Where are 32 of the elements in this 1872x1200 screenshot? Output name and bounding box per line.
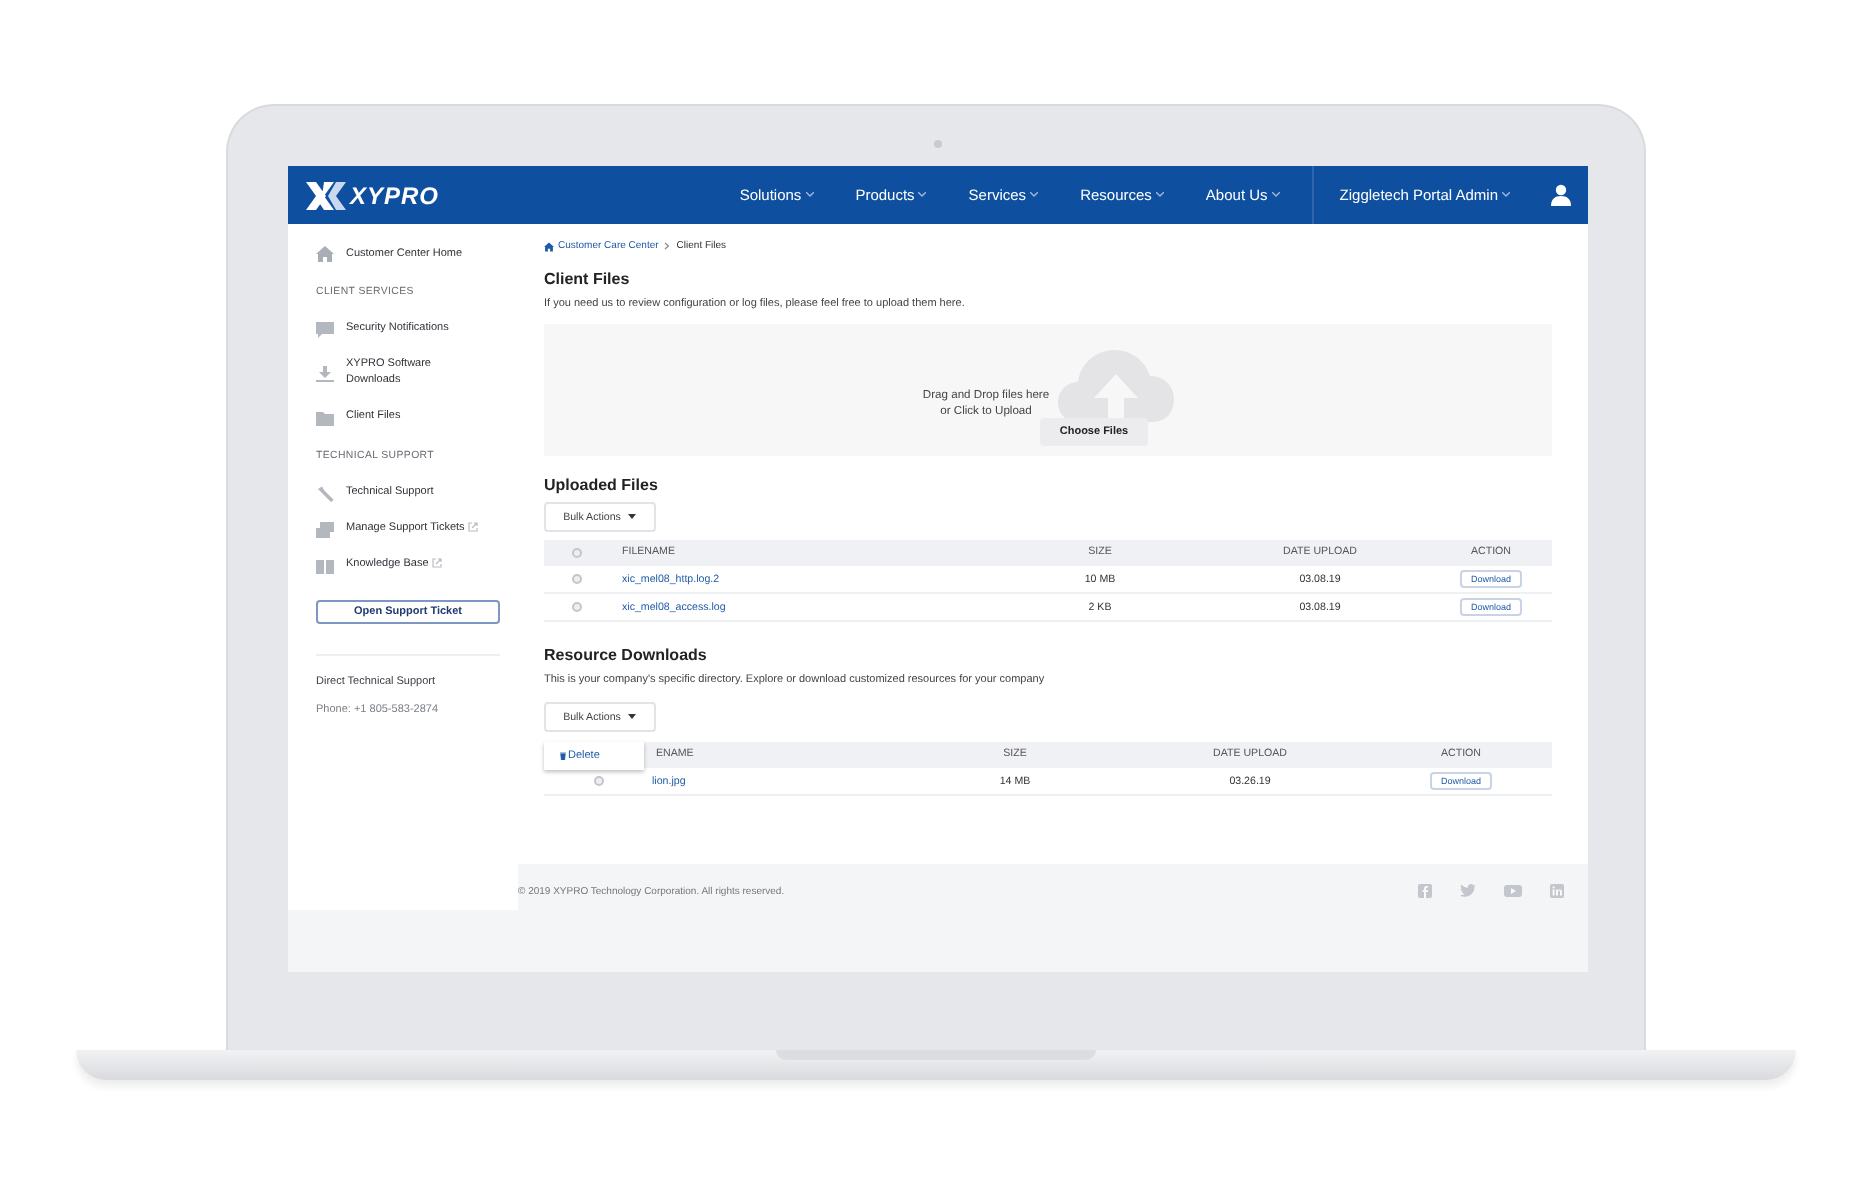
caret-icon <box>628 714 637 720</box>
facebook-icon[interactable] <box>1418 884 1432 898</box>
section-title: Client Files <box>544 270 632 288</box>
caret-icon <box>1502 192 1510 198</box>
chevron-icon <box>664 242 671 250</box>
linkedin-icon[interactable] <box>1550 884 1564 898</box>
caret-icon <box>918 192 927 198</box>
home-icon <box>316 246 334 262</box>
wrench-icon <box>316 485 334 502</box>
download-icon <box>316 365 334 382</box>
caret-icon <box>1155 192 1164 198</box>
user-icon[interactable] <box>1550 184 1572 206</box>
section-title: Resource Downloads <box>544 646 709 664</box>
caret-icon <box>628 514 637 520</box>
logo-icon <box>304 181 348 209</box>
tickets-icon <box>316 521 334 538</box>
caret-icon <box>805 192 814 198</box>
caret-icon <box>1271 192 1280 198</box>
section-title: Uploaded Files <box>544 476 660 494</box>
caret-icon <box>1030 192 1039 198</box>
select-all-checkbox[interactable] <box>572 547 582 557</box>
twitter-icon[interactable] <box>1460 884 1476 898</box>
row-checkbox[interactable] <box>593 776 603 786</box>
logo-text: XYPRO <box>350 181 440 209</box>
chat-icon <box>316 322 334 338</box>
folder-icon <box>316 409 334 426</box>
youtube-icon[interactable] <box>1504 884 1522 898</box>
home-icon[interactable] <box>544 241 554 251</box>
trash-icon <box>560 752 566 760</box>
book-icon <box>316 557 334 574</box>
row-checkbox[interactable] <box>572 574 582 584</box>
row-checkbox[interactable] <box>572 602 582 612</box>
